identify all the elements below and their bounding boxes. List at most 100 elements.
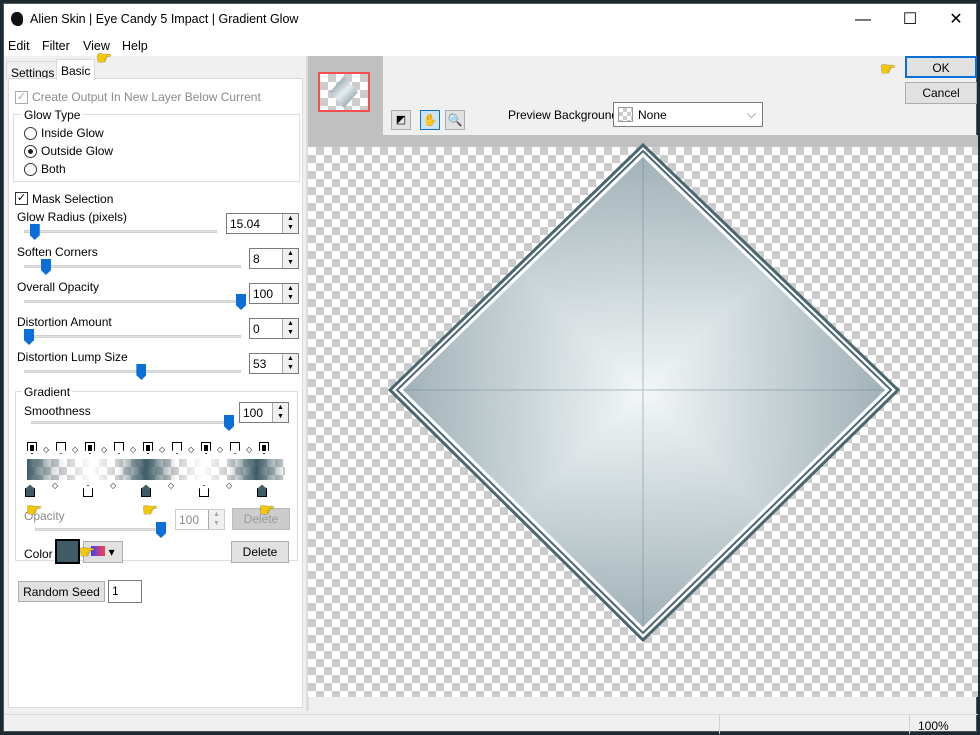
opacity-track[interactable] (35, 528, 161, 531)
zoom-tool-icon[interactable]: 🔍 (445, 110, 465, 130)
midpoint-diamond-icon[interactable]: ◇ (188, 445, 194, 454)
gradient-label: Gradient (22, 385, 73, 399)
slider-value: 15.04 (230, 217, 261, 231)
radio-outside-glow[interactable] (24, 145, 37, 158)
slider-label: Overall Opacity (17, 280, 100, 294)
midpoint-diamond-icon[interactable]: ◇ (43, 445, 49, 454)
pointer-hand-icon: ☛ (26, 500, 43, 520)
hand-tool-icon[interactable]: ✋ (420, 110, 440, 130)
preview-area[interactable] (308, 135, 978, 697)
slider-spinbox[interactable]: 0 ▲ ▼ (249, 318, 299, 339)
mask-selection-checkbox[interactable]: ✓ (15, 192, 28, 205)
radio-both[interactable] (24, 163, 37, 176)
pointer-hand-icon: ☛ (259, 500, 276, 520)
delete-color-stop-button[interactable]: Delete (231, 541, 289, 563)
chevron-down-icon: ⌵ (746, 107, 756, 121)
maximize-button[interactable]: ☐ (888, 8, 932, 34)
slider-spinbox[interactable]: 15.04 ▲ ▼ (226, 213, 299, 234)
smoothness-spinbox[interactable]: 100 ▲ ▼ (239, 402, 289, 423)
cancel-button[interactable]: Cancel (905, 82, 977, 104)
slider-track[interactable] (24, 335, 241, 338)
spin-arrows-icon[interactable]: ▲ ▼ (282, 249, 298, 268)
midpoint-diamond-icon[interactable]: ◇ (217, 445, 223, 454)
preview-toggle-icon[interactable]: ◩ (391, 110, 411, 130)
tab-basic[interactable]: Basic (56, 59, 96, 80)
midpoint-diamond-icon[interactable]: ◇ (168, 481, 174, 490)
spin-arrows-icon[interactable]: ▲ ▼ (282, 319, 298, 338)
slider-thumb[interactable] (136, 364, 147, 380)
preview-background-select[interactable]: None ⌵ (613, 102, 763, 127)
mask-selection-label: Mask Selection (32, 192, 114, 206)
preview-background-label: Preview Background: (508, 108, 622, 122)
slider-track[interactable] (24, 230, 217, 233)
midpoint-diamond-icon[interactable]: ◇ (110, 481, 116, 490)
slider-spinbox[interactable]: 8 ▲ ▼ (249, 248, 299, 269)
slider-thumb[interactable] (40, 259, 51, 275)
opacity-value: 100 (179, 513, 200, 527)
midpoint-diamond-icon[interactable]: ◇ (159, 445, 165, 454)
midpoint-diamond-icon[interactable]: ◇ (72, 445, 78, 454)
slider-thumb[interactable] (236, 294, 246, 310)
dialog-window: Alien Skin | Eye Candy 5 Impact | Gradie… (3, 3, 978, 734)
navigator-viewport[interactable] (318, 72, 370, 112)
slider-label: Soften Corners (17, 245, 98, 259)
minimize-button[interactable]: — (841, 8, 885, 34)
spin-arrows-icon[interactable]: ▲ ▼ (272, 403, 288, 422)
color-swatch[interactable] (55, 539, 80, 564)
close-button[interactable]: ✕ (934, 8, 978, 34)
smoothness-track[interactable] (31, 421, 229, 424)
create-output-checkbox[interactable]: ✓ (15, 91, 28, 104)
create-output-label: Create Output In New Layer Below Current (32, 90, 261, 104)
slider-thumb[interactable] (24, 329, 34, 345)
slider-value: 8 (253, 252, 260, 266)
slider-spinbox[interactable]: 100 ▲ ▼ (249, 283, 299, 304)
app-icon (11, 12, 23, 26)
menu-help[interactable]: Help (122, 39, 148, 53)
midpoint-diamond-icon[interactable]: ◇ (52, 481, 58, 490)
random-seed-input[interactable]: 1 (112, 584, 119, 598)
slider-spinbox[interactable]: 53 ▲ ▼ (249, 353, 299, 374)
gradient-bar[interactable] (27, 459, 285, 480)
opacity-spinbox[interactable]: 100 ▲ ▼ (175, 509, 225, 530)
pointer-hand-icon: ☛ (142, 500, 159, 520)
ok-button[interactable]: OK (905, 56, 977, 78)
glow-type-label: Glow Type (21, 108, 84, 122)
navigator-thumbnail (330, 76, 358, 108)
spin-arrows-icon[interactable]: ▲ ▼ (208, 510, 224, 529)
midpoint-diamond-icon[interactable]: ◇ (226, 481, 232, 490)
zoom-level: 100% (918, 719, 949, 733)
menu-filter[interactable]: Filter (42, 39, 70, 53)
midpoint-diamond-icon[interactable]: ◇ (246, 445, 252, 454)
preview-image (387, 142, 901, 643)
outside-glow-label: Outside Glow (41, 144, 114, 158)
pointer-hand-icon: ☛ (79, 542, 96, 562)
radio-inside-glow[interactable] (24, 127, 37, 140)
inside-glow-label: Inside Glow (41, 126, 104, 140)
slider-track[interactable] (24, 265, 241, 268)
window-title: Alien Skin | Eye Candy 5 Impact | Gradie… (30, 12, 299, 26)
midpoint-diamond-icon[interactable]: ◇ (101, 445, 107, 454)
smoothness-label: Smoothness (24, 404, 91, 418)
both-label: Both (41, 162, 66, 176)
midpoint-diamond-icon[interactable]: ◇ (130, 445, 136, 454)
smoothness-value: 100 (243, 406, 264, 420)
transparency-icon (618, 107, 633, 122)
slider-value: 53 (253, 357, 267, 371)
slider-label: Distortion Lump Size (17, 350, 128, 364)
title-bar: Alien Skin | Eye Candy 5 Impact | Gradie… (4, 4, 976, 36)
slider-value: 100 (253, 287, 274, 301)
navigator (308, 56, 383, 135)
slider-thumb[interactable] (29, 224, 40, 240)
slider-track[interactable] (24, 370, 241, 373)
slider-label: Distortion Amount (17, 315, 112, 329)
spin-arrows-icon[interactable]: ▲ ▼ (282, 284, 298, 303)
menu-bar: Edit Filter View Help (4, 36, 976, 56)
spin-arrows-icon[interactable]: ▲ ▼ (282, 354, 298, 373)
pointer-hand-icon: ☛ (880, 59, 897, 79)
spin-arrows-icon[interactable]: ▲ ▼ (282, 214, 298, 233)
slider-label: Glow Radius (pixels) (17, 210, 128, 224)
slider-track[interactable] (24, 300, 241, 303)
color-label: Color (24, 547, 53, 561)
random-seed-button[interactable]: Random Seed (18, 581, 105, 602)
menu-edit[interactable]: Edit (8, 39, 30, 53)
